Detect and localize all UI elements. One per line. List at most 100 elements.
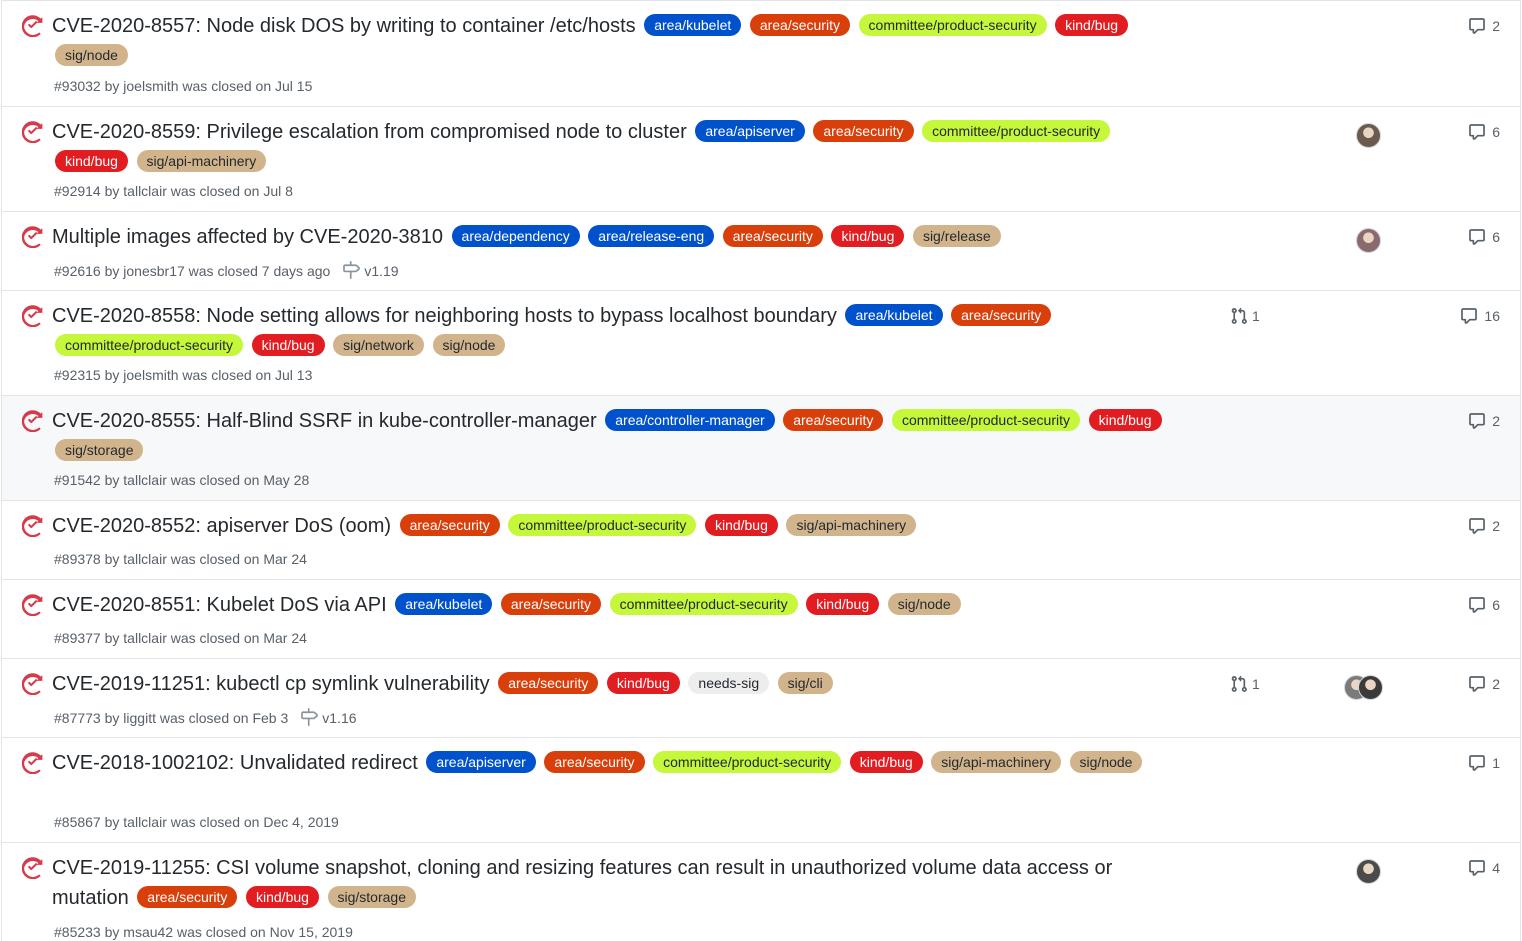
issue-label[interactable]: area/apiserver	[695, 120, 805, 142]
issue-label[interactable]: kind/bug	[1055, 14, 1129, 36]
issue-label[interactable]: committee/product-security	[922, 120, 1111, 142]
issue-label[interactable]: kind/bug	[849, 751, 923, 773]
issue-row[interactable]: CVE-2020-8555: Half-Blind SSRF in kube-c…	[2, 395, 1520, 500]
comment-count: 4	[1492, 860, 1500, 876]
issue-label[interactable]: kind/bug	[1088, 409, 1162, 431]
comments-count-link[interactable]: 2	[1468, 17, 1500, 35]
comments-count-link[interactable]: 2	[1468, 675, 1500, 693]
milestone-link[interactable]: v1.19	[364, 263, 398, 279]
issue-label[interactable]: committee/product-security	[55, 334, 244, 356]
issue-row[interactable]: Multiple images affected by CVE-2020-381…	[2, 211, 1520, 290]
issue-label[interactable]: sig/storage	[55, 439, 144, 461]
issue-label[interactable]: committee/product-security	[891, 409, 1081, 431]
issue-number-link[interactable]: #91542	[54, 472, 101, 488]
issue-label[interactable]: area/security	[783, 409, 884, 431]
issue-number-link[interactable]: #92914	[54, 183, 101, 199]
issue-label[interactable]: committee/product-security	[858, 14, 1047, 36]
issue-label[interactable]: needs-sig	[688, 672, 770, 694]
issue-title-link[interactable]: Multiple images affected by CVE-2020-381…	[52, 226, 443, 248]
issue-title-line: CVE-2020-8557: Node disk DOS by writing …	[52, 11, 1172, 71]
issue-title-link[interactable]: CVE-2019-11251: kubectl cp symlink vulne…	[52, 673, 490, 695]
comments-count-link[interactable]: 6	[1468, 596, 1500, 614]
issue-row[interactable]: CVE-2020-8552: apiserver DoS (oom) area/…	[2, 500, 1520, 579]
issue-number-link[interactable]: #89377	[54, 630, 101, 646]
issue-row[interactable]: CVE-2018-1002102: Unvalidated redirect a…	[2, 737, 1520, 842]
issue-label[interactable]: area/security	[137, 886, 238, 908]
issue-row[interactable]: CVE-2020-8559: Privilege escalation from…	[2, 106, 1520, 211]
issue-label[interactable]: area/security	[722, 225, 823, 247]
issue-label[interactable]: sig/api-machinery	[931, 751, 1061, 773]
issue-label[interactable]: sig/node	[887, 593, 961, 615]
issue-label[interactable]: sig/cli	[777, 672, 833, 694]
issue-title-link[interactable]: CVE-2020-8552: apiserver DoS (oom)	[52, 515, 391, 537]
issue-label[interactable]: area/apiserver	[426, 751, 536, 773]
issue-label[interactable]: area/security	[749, 14, 850, 36]
comment-count: 2	[1492, 18, 1500, 34]
issue-label[interactable]: kind/bug	[831, 225, 905, 247]
issue-label[interactable]: sig/api-machinery	[786, 514, 917, 536]
issue-title-link[interactable]: CVE-2020-8558: Node setting allows for n…	[52, 305, 837, 327]
issue-row[interactable]: CVE-2020-8558: Node setting allows for n…	[2, 290, 1520, 395]
issue-label[interactable]: area/controller-manager	[605, 409, 775, 431]
issue-number-link[interactable]: #85867	[54, 814, 101, 830]
issue-label[interactable]: sig/release	[912, 225, 1001, 247]
issue-label[interactable]: area/kubelet	[845, 304, 943, 326]
issue-label[interactable]: sig/api-machinery	[136, 150, 267, 172]
assignee-avatar[interactable]	[1358, 675, 1383, 700]
comments-count-link[interactable]: 6	[1468, 228, 1500, 246]
issue-title-link[interactable]: CVE-2020-8557: Node disk DOS by writing …	[52, 15, 636, 37]
comments-count-link[interactable]: 1	[1468, 754, 1500, 772]
issue-label[interactable]: sig/network	[333, 334, 424, 356]
issue-label[interactable]: committee/product-security	[609, 593, 798, 615]
issue-label[interactable]: sig/node	[432, 334, 506, 356]
issue-row[interactable]: CVE-2019-11251: kubectl cp symlink vulne…	[2, 658, 1520, 737]
issue-label[interactable]: kind/bug	[55, 150, 128, 172]
comments-count-link[interactable]: 2	[1468, 517, 1500, 535]
issue-number-link[interactable]: #85233	[54, 924, 101, 940]
issue-label[interactable]: committee/product-security	[508, 514, 697, 536]
issue-label[interactable]: committee/product-security	[653, 751, 842, 773]
comments-count-link[interactable]: 16	[1460, 307, 1500, 325]
issue-label[interactable]: kind/bug	[246, 886, 319, 908]
issue-closed-icon	[21, 515, 44, 538]
issue-title-link[interactable]: CVE-2020-8559: Privilege escalation from…	[52, 121, 687, 143]
issue-label[interactable]: area/security	[813, 120, 914, 142]
assignee-avatar[interactable]	[1356, 123, 1381, 148]
linked-pull-requests[interactable]: 1	[1230, 675, 1260, 693]
assignee-avatar[interactable]	[1356, 228, 1381, 253]
issue-label[interactable]: area/security	[951, 304, 1052, 326]
issue-label[interactable]: kind/bug	[806, 593, 880, 615]
issue-row[interactable]: CVE-2020-8551: Kubelet DoS via API area/…	[2, 579, 1520, 658]
issue-label[interactable]: kind/bug	[251, 334, 325, 356]
issue-number-link[interactable]: #92616	[54, 263, 101, 279]
issue-label[interactable]: sig/node	[55, 44, 128, 66]
issue-row[interactable]: CVE-2019-11255: CSI volume snapshot, clo…	[2, 842, 1520, 941]
issue-label[interactable]: area/release-eng	[588, 225, 715, 247]
issue-row[interactable]: CVE-2020-8557: Node disk DOS by writing …	[2, 0, 1520, 106]
linked-pull-requests[interactable]: 1	[1230, 307, 1260, 325]
issue-label[interactable]: kind/bug	[606, 672, 680, 694]
issue-number-link[interactable]: #89378	[54, 551, 101, 567]
issue-label[interactable]: area/security	[500, 593, 601, 615]
milestone-link[interactable]: v1.16	[322, 710, 356, 726]
comments-count-link[interactable]: 6	[1468, 123, 1500, 141]
comments-count-link[interactable]: 2	[1468, 412, 1500, 430]
issue-title-link[interactable]: CVE-2020-8551: Kubelet DoS via API	[52, 594, 387, 616]
issue-label[interactable]: area/security	[498, 672, 599, 694]
issue-title-link[interactable]: CVE-2018-1002102: Unvalidated redirect	[52, 752, 418, 774]
issue-label[interactable]: area/security	[399, 514, 500, 536]
comments-count-link[interactable]: 4	[1468, 859, 1500, 877]
issue-number-link[interactable]: #92315	[54, 367, 101, 383]
issue-label[interactable]: area/kubelet	[395, 593, 493, 615]
issue-title-link[interactable]: CVE-2020-8555: Half-Blind SSRF in kube-c…	[52, 410, 597, 432]
issue-label[interactable]: area/kubelet	[644, 14, 742, 36]
issue-label[interactable]: area/dependency	[451, 225, 580, 247]
assignee-avatar[interactable]	[1356, 859, 1381, 884]
comment-count: 16	[1484, 308, 1500, 324]
issue-number-link[interactable]: #87773	[54, 710, 101, 726]
issue-label[interactable]: sig/storage	[327, 886, 416, 908]
issue-number-link[interactable]: #93032	[54, 78, 101, 94]
issue-label[interactable]: area/security	[544, 751, 645, 773]
issue-label[interactable]: kind/bug	[704, 514, 778, 536]
issue-label[interactable]: sig/node	[1069, 751, 1143, 773]
